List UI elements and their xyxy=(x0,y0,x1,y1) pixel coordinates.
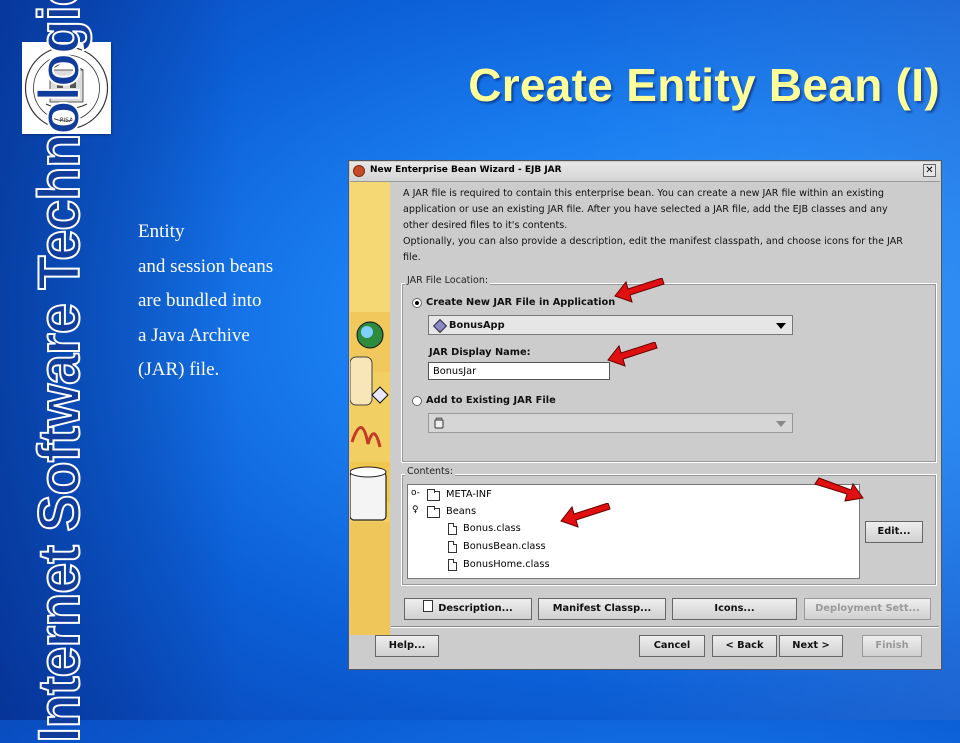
description-line: application or use an existing JAR file.… xyxy=(403,204,888,215)
description-line: Optionally, you can also provide a descr… xyxy=(403,236,903,247)
slide-body-text: Entity and session beans are bundled int… xyxy=(138,215,338,388)
folder-icon xyxy=(427,489,440,501)
jar-icon xyxy=(434,417,444,429)
next-button[interactable]: Next > xyxy=(779,635,843,657)
tree-item-meta-inf[interactable]: o- META-INF xyxy=(408,488,858,504)
body-line: (JAR) file. xyxy=(138,359,220,380)
file-icon xyxy=(448,523,457,535)
tree-item-label: BonusHome.class xyxy=(463,559,550,570)
description-line: file. xyxy=(403,252,421,263)
app-icon xyxy=(353,165,365,177)
slide-title: Create Entity Bean (I) xyxy=(468,59,940,111)
edit-button[interactable]: Edit... xyxy=(865,521,923,543)
application-select[interactable]: BonusApp xyxy=(428,315,793,335)
tree-item-label: Bonus.class xyxy=(463,523,521,534)
add-existing-jar-radio[interactable] xyxy=(412,396,422,406)
tree-item-label: META-INF xyxy=(446,489,492,500)
footer-divider xyxy=(391,626,939,628)
create-new-jar-radio[interactable] xyxy=(412,298,422,308)
wizard-illustration-icon xyxy=(350,182,390,635)
application-select-value: BonusApp xyxy=(449,320,505,331)
manifest-classpath-button[interactable]: Manifest Classp... xyxy=(538,598,666,620)
existing-jar-select[interactable] xyxy=(428,413,793,433)
file-icon xyxy=(448,541,457,553)
jar-display-name-field[interactable]: BonusJar xyxy=(428,362,610,380)
icons-button[interactable]: Icons... xyxy=(672,598,797,620)
annotation-arrow-icon xyxy=(814,477,864,502)
chevron-down-icon xyxy=(776,323,786,329)
contents-legend: Contents: xyxy=(405,466,455,477)
window-title: New Enterprise Bean Wizard - EJB JAR xyxy=(370,165,562,175)
tree-item-file[interactable]: BonusHome.class xyxy=(408,558,858,574)
tree-item-label: Beans xyxy=(446,506,477,517)
jar-display-name-label: JAR Display Name: xyxy=(429,347,531,358)
tree-item-label: BonusBean.class xyxy=(463,541,546,552)
folder-icon xyxy=(427,506,440,518)
wizard-side-artwork xyxy=(350,182,390,635)
application-icon xyxy=(432,318,448,334)
create-new-jar-label[interactable]: Create New JAR File in Application xyxy=(426,297,615,308)
expanded-node-icon[interactable]: ♀ xyxy=(412,505,419,515)
wizard-window: New Enterprise Bean Wizard - EJB JAR ✕ A… xyxy=(348,160,942,670)
tree-item-file[interactable]: BonusBean.class xyxy=(408,540,858,556)
contents-tree[interactable]: o- META-INF ♀ Beans Bonus.class BonusBea… xyxy=(407,484,860,579)
cancel-button[interactable]: Cancel xyxy=(639,635,705,657)
body-line: are bundled into xyxy=(138,290,262,311)
body-line: a Java Archive xyxy=(138,324,250,346)
add-existing-jar-label[interactable]: Add to Existing JAR File xyxy=(426,395,556,406)
annotation-arrow-icon xyxy=(614,278,665,303)
deployment-settings-button[interactable]: Deployment Sett... xyxy=(804,598,931,620)
description-button-label: Description... xyxy=(438,603,513,614)
vertical-banner: Internet Software Technologies xyxy=(26,0,93,743)
file-icon xyxy=(448,559,457,571)
description-line: other desired files to it's contents. xyxy=(403,220,568,231)
tree-item-file[interactable]: Bonus.class xyxy=(408,522,858,538)
close-icon[interactable]: ✕ xyxy=(923,164,936,177)
annotation-arrow-icon xyxy=(560,503,611,528)
back-button[interactable]: < Back xyxy=(712,635,777,657)
body-line: Entity xyxy=(138,221,185,242)
help-button[interactable]: Help... xyxy=(375,635,439,657)
jar-location-legend: JAR File Location: xyxy=(405,275,491,286)
annotation-arrow-icon xyxy=(607,342,658,367)
document-icon xyxy=(423,600,434,612)
collapsed-node-icon[interactable]: o- xyxy=(411,488,420,498)
window-titlebar[interactable]: New Enterprise Bean Wizard - EJB JAR ✕ xyxy=(350,162,940,182)
finish-button[interactable]: Finish xyxy=(862,635,922,657)
description-button[interactable]: Description... xyxy=(404,598,532,620)
description-line: A JAR file is required to contain this e… xyxy=(403,188,884,199)
chevron-down-icon xyxy=(776,421,786,427)
wizard-description: A JAR file is required to contain this e… xyxy=(403,186,933,266)
tree-item-beans[interactable]: ♀ Beans xyxy=(408,505,858,521)
body-line: and session beans xyxy=(138,255,274,277)
